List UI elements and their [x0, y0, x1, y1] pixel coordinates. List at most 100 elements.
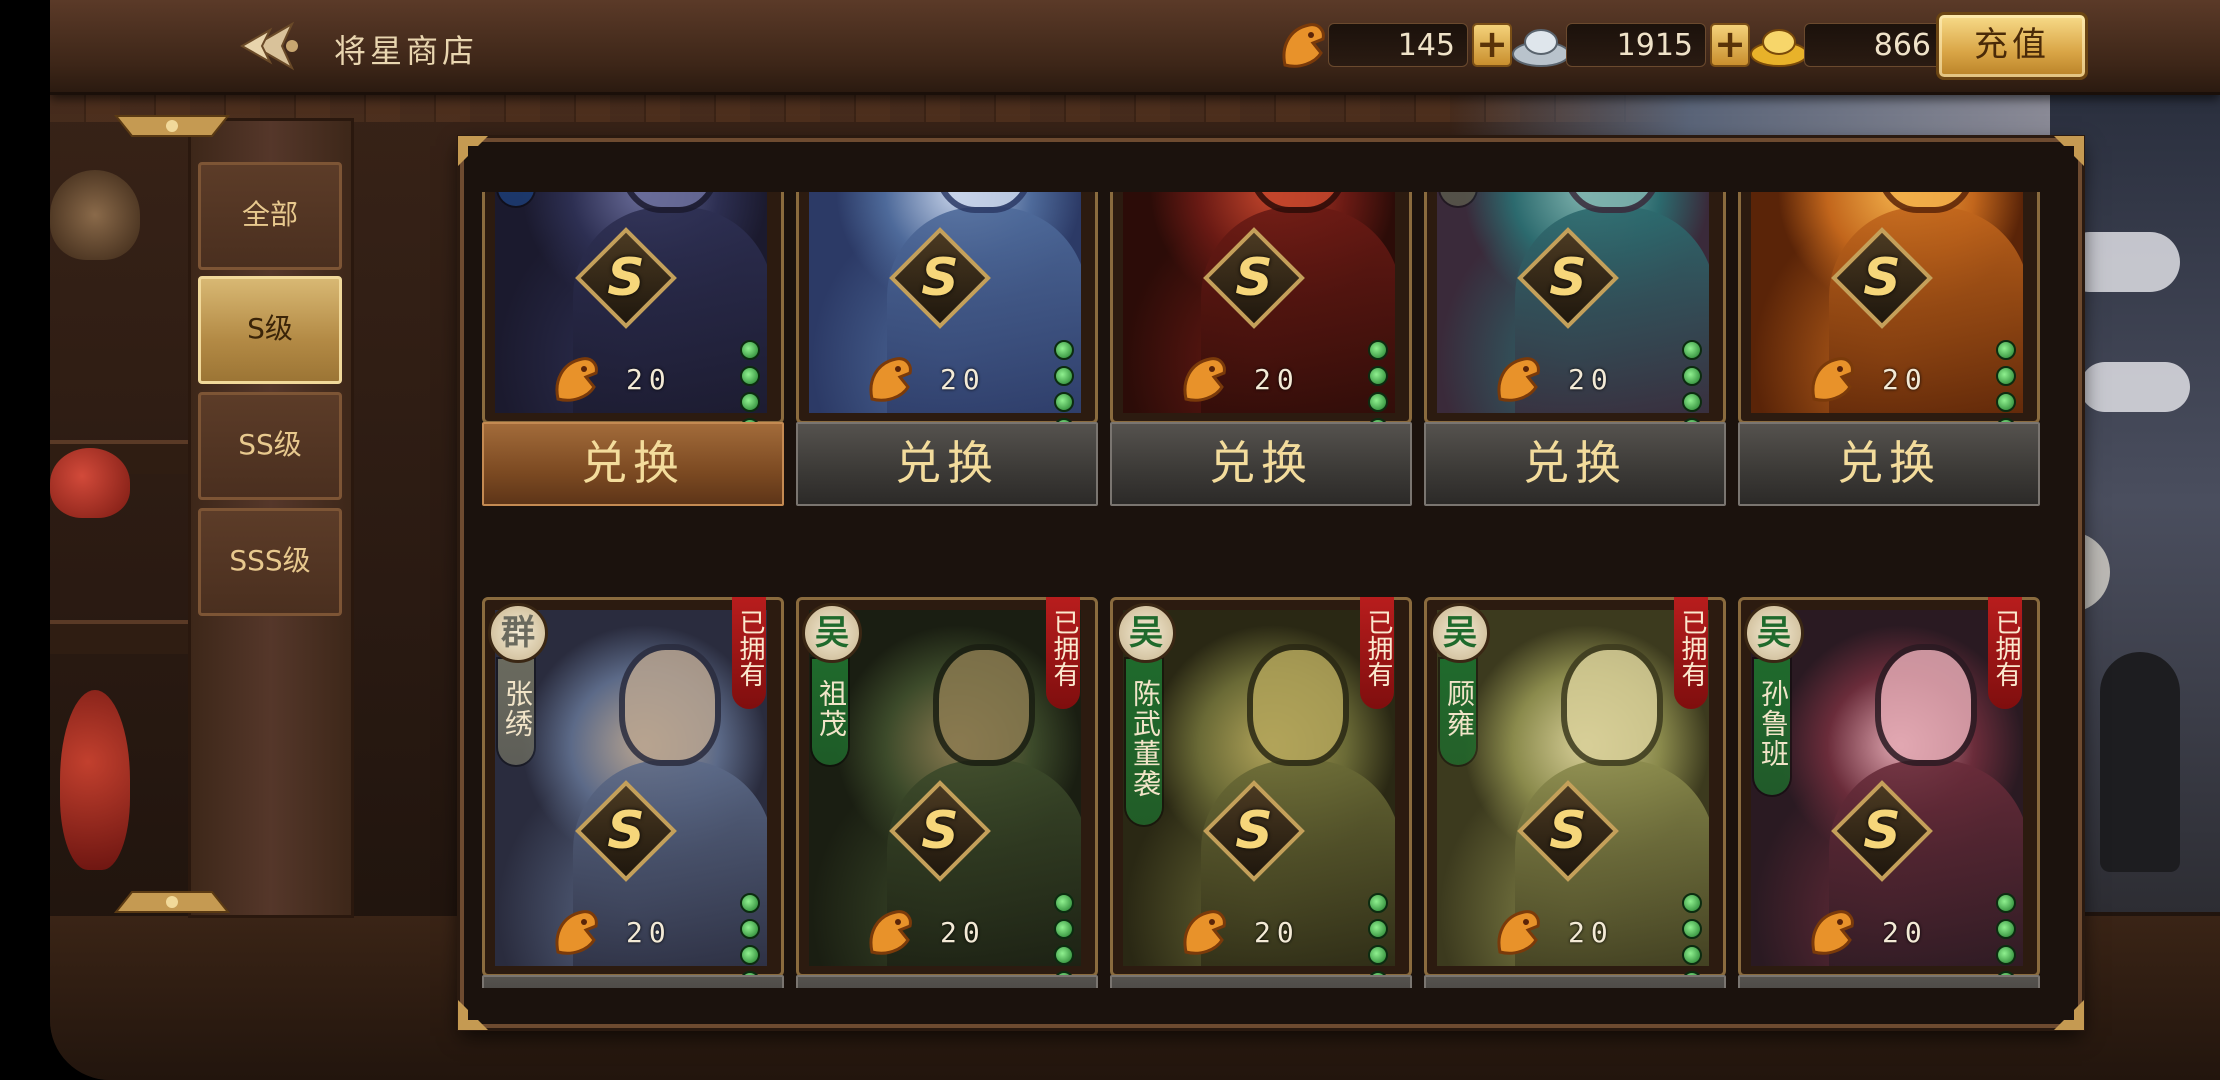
- price-value: 20: [1568, 915, 1614, 949]
- add-currency-button[interactable]: +: [1710, 23, 1750, 67]
- s-rank-letter: S: [921, 801, 959, 861]
- horse-head-token-icon: [1183, 910, 1226, 955]
- star-icon: [1996, 893, 2016, 913]
- exchange-button[interactable]: 兑换: [1738, 975, 2040, 988]
- red-vase: [60, 690, 130, 870]
- category-sss-tab[interactable]: SSS级: [198, 508, 342, 616]
- hero-figure-head: [1253, 192, 1343, 207]
- s-rank-letter: S: [607, 801, 645, 861]
- category-all-tab[interactable]: 全部: [198, 162, 342, 270]
- hero-name-ribbon: 祖茂: [812, 659, 848, 765]
- star-icon: [1996, 340, 2016, 360]
- horse-head-token-icon: [1811, 357, 1854, 402]
- star-icon: [740, 919, 760, 939]
- hero-figure-head: [1567, 650, 1657, 760]
- category-ss-tab[interactable]: SS级: [198, 392, 342, 500]
- star-icon: [1368, 366, 1388, 386]
- hero-card[interactable]: 司马朗S20兑换: [482, 192, 784, 506]
- category-s-tab[interactable]: S级: [198, 276, 342, 384]
- owned-label: 已拥有: [1674, 597, 1708, 709]
- horse-head-token-icon: [1497, 910, 1540, 955]
- hero-card-grid[interactable]: 司马朗S20兑换曹洪拥有S20兑换吴懿拥有S20兑换蔡夫人拥有S20兑换周仓拥有…: [482, 192, 2062, 988]
- horse-head-token-icon: [1272, 14, 1334, 76]
- top-bar: 将星商店 145 + 1915 + 866 + 充值: [50, 0, 2220, 95]
- star-icon: [1368, 945, 1388, 965]
- horse-head-token-icon: [555, 910, 598, 955]
- hero-card[interactable]: 蔡夫人拥有S20兑换: [1424, 192, 1726, 506]
- s-rank-letter: S: [1235, 801, 1273, 861]
- price-row: 20: [1176, 897, 1300, 967]
- star-icon: [1054, 945, 1074, 965]
- exchange-button[interactable]: 兑换: [1424, 422, 1726, 506]
- hero-figure-head: [1881, 192, 1971, 207]
- hero-card[interactable]: 周仓拥有S20兑换: [1738, 192, 2040, 506]
- price-value: 20: [626, 915, 672, 949]
- faction-badge: 吴: [1430, 603, 1490, 663]
- exchange-button[interactable]: 兑换: [1424, 975, 1726, 988]
- shelf: [50, 620, 190, 654]
- exchange-button[interactable]: 兑换: [482, 422, 784, 506]
- star-icon: [740, 340, 760, 360]
- price-value: 20: [1882, 915, 1928, 949]
- exchange-button[interactable]: 兑换: [1110, 975, 1412, 988]
- horse-head-token-icon: [1497, 357, 1540, 402]
- price-row: 20: [862, 344, 986, 414]
- hero-figure-head: [1253, 650, 1343, 760]
- horse-head-token-icon: [1183, 357, 1226, 402]
- price-value: 20: [940, 362, 986, 396]
- page-title: 将星商店: [334, 32, 479, 70]
- exchange-button[interactable]: 兑换: [482, 975, 784, 988]
- currency-value: 145: [1328, 23, 1468, 67]
- price-value: 20: [1254, 362, 1300, 396]
- owned-label: 已拥有: [732, 597, 766, 709]
- hero-figure-head: [939, 650, 1029, 760]
- hero-name-ribbon: 陈武董袭: [1126, 659, 1162, 825]
- hero-card[interactable]: 祖茂 已拥有 吴 S 20 兑换: [796, 597, 1098, 988]
- star-rating: [1368, 893, 1390, 988]
- hero-card[interactable]: 陈武董袭 已拥有 吴 S 20 兑换: [1110, 597, 1412, 988]
- exchange-button[interactable]: 兑换: [796, 975, 1098, 988]
- s-rank-letter: S: [1863, 801, 1901, 861]
- star-rating: [740, 893, 762, 988]
- owned-label: 已拥有: [1988, 597, 2022, 709]
- exchange-button[interactable]: 兑换: [796, 422, 1098, 506]
- hero-figure-head: [1567, 192, 1657, 207]
- price-value: 20: [940, 915, 986, 949]
- hero-figure-head: [1881, 650, 1971, 760]
- recharge-button[interactable]: 充值: [1936, 12, 2088, 80]
- s-rank-letter: S: [1235, 248, 1273, 308]
- hero-card[interactable]: 孙鲁班 已拥有 吴 S 20 兑换: [1738, 597, 2040, 988]
- star-icon: [740, 893, 760, 913]
- star-icon: [1996, 945, 2016, 965]
- price-value: 20: [1254, 915, 1300, 949]
- star-icon: [1368, 392, 1388, 412]
- star-icon: [1054, 340, 1074, 360]
- price-row: 20: [1176, 344, 1300, 414]
- star-icon: [1996, 919, 2016, 939]
- owned-label: 已拥有: [1360, 597, 1394, 709]
- currency-hero-token: 145 +: [1272, 14, 1512, 76]
- hero-card[interactable]: 顾雍 已拥有 吴 S 20 兑换: [1424, 597, 1726, 988]
- hero-card[interactable]: 曹洪拥有S20兑换: [796, 192, 1098, 506]
- currency-value: 866: [1804, 23, 1944, 67]
- star-icon: [740, 366, 760, 386]
- star-icon: [1054, 392, 1074, 412]
- price-value: 20: [1568, 362, 1614, 396]
- exchange-button[interactable]: 兑换: [1110, 422, 1412, 506]
- exchange-button[interactable]: 兑换: [1738, 422, 2040, 506]
- star-icon: [1368, 340, 1388, 360]
- back-button[interactable]: [228, 16, 308, 76]
- hero-name-ribbon: 孙鲁班: [1754, 659, 1790, 795]
- star-rating: [1996, 893, 2018, 988]
- hero-card[interactable]: 吴懿拥有S20兑换: [1110, 192, 1412, 506]
- frame-corner-ornament: [458, 1000, 488, 1030]
- hero-card[interactable]: 张绣 已拥有 群 S 20 兑换: [482, 597, 784, 988]
- s-rank-letter: S: [921, 248, 959, 308]
- s-rank-letter: S: [607, 248, 645, 308]
- add-currency-button[interactable]: +: [1472, 23, 1512, 67]
- star-icon: [1682, 893, 1702, 913]
- frame-corner-ornament: [2054, 136, 2084, 166]
- faction-badge: 吴: [1116, 603, 1176, 663]
- horse-head-token-icon: [869, 910, 912, 955]
- faction-badge: 吴: [802, 603, 862, 663]
